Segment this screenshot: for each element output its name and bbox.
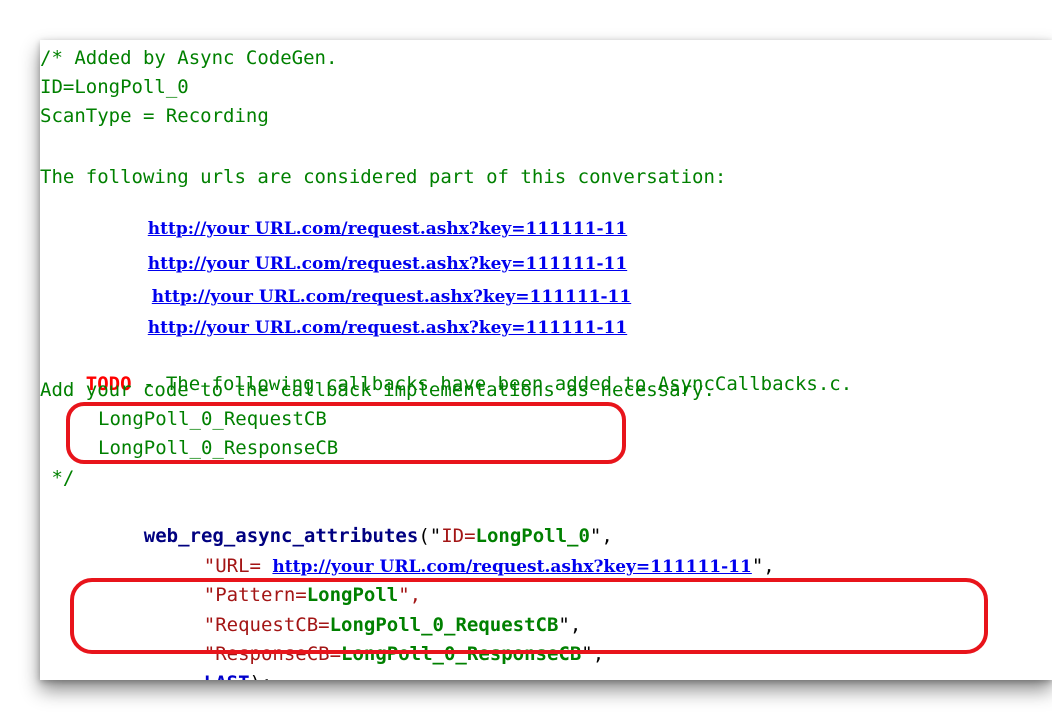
- callbacks-highlight-oval: [66, 402, 626, 464]
- comment-line: ScanType = Recording: [40, 105, 269, 127]
- url-link[interactable]: http://your URL.com/request.ashx?key=111…: [148, 318, 627, 338]
- comment-line: ID=LongPoll_0: [40, 76, 189, 98]
- comment-line: /* Added by Async CodeGen.: [40, 47, 338, 69]
- attributes-highlight-oval: [70, 578, 988, 654]
- code-editor-panel: /* Added by Async CodeGen. ID=LongPoll_0…: [40, 40, 1052, 680]
- last-keyword: LAST: [204, 672, 250, 680]
- punctuation: );: [250, 672, 273, 680]
- comment-end: */: [40, 467, 75, 489]
- todo-line-2: Add your code to the callback implementa…: [40, 379, 715, 401]
- punctuation: ",: [751, 555, 775, 577]
- urls-intro: The following urls are considered part o…: [40, 166, 727, 188]
